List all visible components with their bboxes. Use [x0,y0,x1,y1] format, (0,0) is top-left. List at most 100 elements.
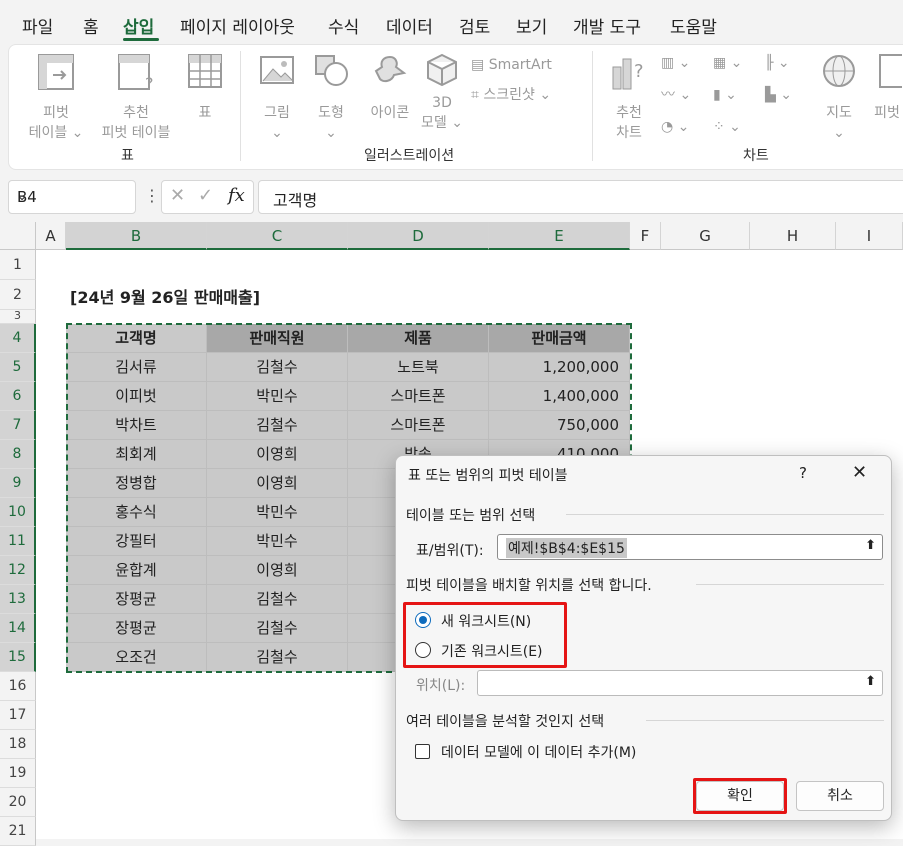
table-cell[interactable]: 박민수 [207,498,348,527]
table-header-cell[interactable]: 제품 [348,324,489,353]
recommended-charts-button[interactable]: ? 추천 차트 [607,53,651,143]
scatter-chart-button[interactable]: ⁘ ⌄ [713,117,741,137]
tab-help[interactable]: 도움말 [670,13,717,38]
chevron-down-icon[interactable]: ⌄ [17,189,127,203]
column-header-c[interactable]: C [207,222,348,250]
column-header-a[interactable]: A [36,222,66,250]
collapse-dialog-icon[interactable]: ⬆ [865,538,876,553]
recommended-pivot-button[interactable]: ? 추천 피벗 테이블 [93,53,179,143]
hierarchy-chart-button[interactable]: ▦ ⌄ [713,53,742,73]
table-cell[interactable]: 박민수 [207,527,348,556]
row-header-15[interactable]: 15 [0,643,36,672]
table-cell[interactable]: 김철수 [207,614,348,643]
table-cell[interactable]: 노트북 [348,353,489,382]
table-cell[interactable]: 김철수 [207,353,348,382]
waterfall-chart-button[interactable]: ╟ ⌄ [765,53,790,73]
table-cell[interactable]: 박차트 [66,411,207,440]
help-button[interactable]: ? [799,464,807,482]
select-all-corner[interactable] [0,222,36,250]
formula-input[interactable]: 고객명 [258,180,903,214]
row-header-4[interactable]: 4 [0,324,36,353]
table-button[interactable]: 표 [185,53,225,123]
tab-insert[interactable]: 삽입 [123,13,154,38]
tab-review[interactable]: 검토 [459,13,490,38]
row-header-6[interactable]: 6 [0,382,36,411]
tab-data[interactable]: 데이터 [386,13,433,38]
row-header-16[interactable]: 16 [0,672,36,701]
row-header-7[interactable]: 7 [0,411,36,440]
row-header-14[interactable]: 14 [0,614,36,643]
table-cell[interactable]: 스마트폰 [348,411,489,440]
column-chart-button[interactable]: ▥ ⌄ [661,53,690,73]
table-cell[interactable]: 정병합 [66,469,207,498]
location-input[interactable]: ⬆ [477,670,883,696]
table-header-cell[interactable]: 판매직원 [207,324,348,353]
table-cell[interactable]: 스마트폰 [348,382,489,411]
stat-chart-button[interactable]: ▮ ⌄ [713,85,737,105]
column-header-h[interactable]: H [750,222,836,250]
close-icon[interactable]: ✕ [852,462,867,483]
combo-chart-button[interactable]: ▙ ⌄ [765,85,792,105]
table-cell[interactable]: 김철수 [207,411,348,440]
shapes-button[interactable]: 도형 ⌄ [311,53,351,143]
row-header-5[interactable]: 5 [0,353,36,382]
collapse-dialog-icon[interactable]: ⬆ [865,674,876,689]
table-header-cell[interactable]: 판매금액 [489,324,630,353]
row-header-3[interactable]: 3 [0,310,36,324]
enter-icon[interactable]: ✓ [198,185,213,206]
add-data-model-checkbox[interactable] [415,744,430,759]
tab-file[interactable]: 파일 [22,13,53,38]
column-header-b[interactable]: B [66,222,207,250]
table-cell[interactable]: 장평균 [66,614,207,643]
cancel-button[interactable]: 취소 [796,781,884,811]
row-header-13[interactable]: 13 [0,585,36,614]
table-cell[interactable]: 이피벗 [66,382,207,411]
3d-models-button[interactable]: 3D 모델 ⌄ [417,53,467,133]
tab-page-layout[interactable]: 페이지 레이아웃 [180,13,295,38]
insert-function-icon[interactable]: fx [228,185,245,206]
table-cell[interactable]: 강필터 [66,527,207,556]
table-cell[interactable]: 이영희 [207,469,348,498]
row-header-18[interactable]: 18 [0,730,36,759]
tab-developer[interactable]: 개발 도구 [573,13,641,38]
table-cell[interactable]: 윤합계 [66,556,207,585]
cancel-icon[interactable]: ✕ [170,185,185,206]
table-cell[interactable]: 1,200,000 [489,353,630,382]
table-cell[interactable]: 이영희 [207,440,348,469]
row-header-17[interactable]: 17 [0,701,36,730]
name-box[interactable]: B4 ⌄ [8,180,136,214]
row-header-21[interactable]: 21 [0,817,36,846]
row-header-9[interactable]: 9 [0,469,36,498]
column-header-g[interactable]: G [661,222,750,250]
table-cell[interactable]: 1,400,000 [489,382,630,411]
line-chart-button[interactable]: 〰 ⌄ [661,85,691,105]
range-input[interactable]: 예제!$B$4:$E$15 ⬆ [497,534,883,560]
icons-button[interactable]: 아이콘 [363,53,417,123]
row-header-8[interactable]: 8 [0,440,36,469]
column-header-i[interactable]: I [836,222,903,250]
add-data-model-label[interactable]: 데이터 모델에 이 데이터 추가(M) [441,742,636,762]
pivot-table-button[interactable]: 피벗 테이블 ⌄ [27,53,85,143]
smartart-button[interactable]: ▤ SmartArt [471,55,552,75]
table-cell[interactable]: 장평균 [66,585,207,614]
table-cell[interactable]: 김철수 [207,585,348,614]
tab-formulas[interactable]: 수식 [328,13,359,38]
column-header-d[interactable]: D [348,222,489,250]
table-cell[interactable]: 김철수 [207,643,348,672]
table-cell[interactable]: 오조건 [66,643,207,672]
picture-button[interactable]: 그림 ⌄ [257,53,297,143]
table-header-cell[interactable]: 고객명 [66,324,207,353]
column-header-e[interactable]: E [489,222,630,250]
column-header-f[interactable]: F [630,222,661,250]
row-header-1[interactable]: 1 [0,250,36,280]
map-chart-button[interactable]: 지도 ⌄ [819,53,859,143]
tab-view[interactable]: 보기 [516,13,547,38]
table-cell[interactable]: 750,000 [489,411,630,440]
row-header-19[interactable]: 19 [0,759,36,788]
table-cell[interactable]: 이영희 [207,556,348,585]
row-header-2[interactable]: 2 [0,280,36,310]
row-header-20[interactable]: 20 [0,788,36,817]
pivot-chart-button[interactable]: 피벗 [867,53,903,123]
row-header-12[interactable]: 12 [0,556,36,585]
row-header-11[interactable]: 11 [0,527,36,556]
